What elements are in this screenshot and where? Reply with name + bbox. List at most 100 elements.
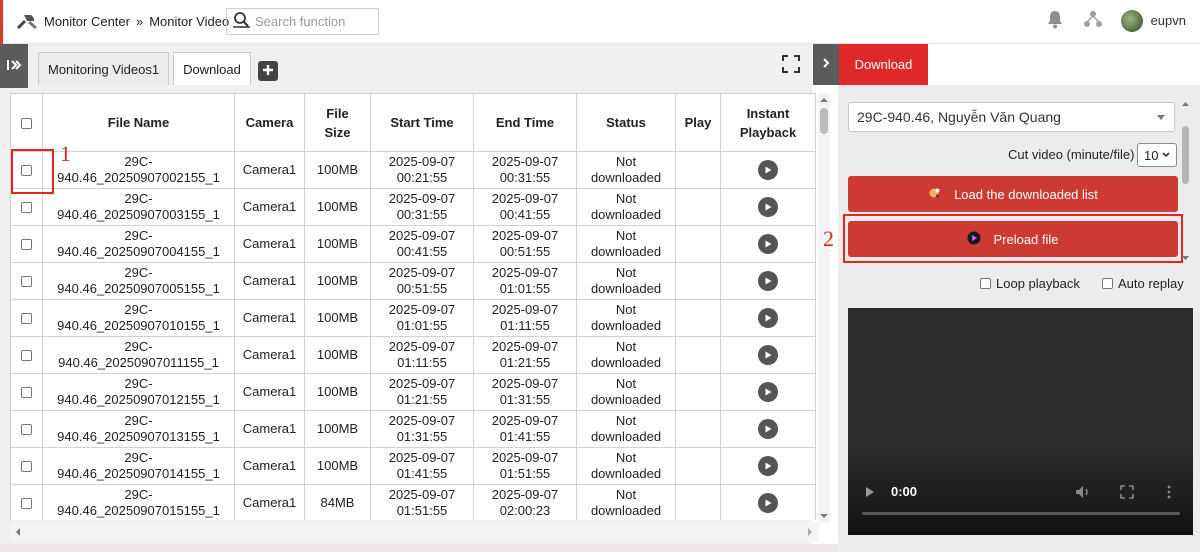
org-structure-icon[interactable] (1083, 9, 1103, 32)
breadcrumb-home[interactable]: Monitor Center (44, 14, 130, 29)
col-file-size[interactable]: File Size (304, 93, 371, 152)
start-time-cell: 2025-09-07 00:51:55 (370, 262, 474, 300)
camera-cell: Camera1 (234, 447, 305, 485)
top-bar: Monitor Center » Monitor Video eupvn (0, 0, 1200, 44)
instant-playback-button[interactable] (758, 308, 778, 328)
table-row[interactable]: 29C- 940.46_20250907005155_1 Camera1 100MB 2… (10, 262, 816, 300)
instant-playback-button[interactable] (758, 345, 778, 365)
fullscreen-button[interactable] (782, 55, 800, 73)
play-cell (675, 151, 721, 189)
search-box[interactable] (226, 8, 379, 35)
status-line1: Not (615, 376, 637, 391)
row-select-cell (10, 225, 43, 263)
start-date: 2025-09-07 (388, 228, 456, 243)
row-checkbox[interactable] (21, 350, 32, 362)
col-start-time[interactable]: Start Time (370, 93, 474, 152)
scroll-thumb[interactable] (820, 108, 828, 134)
loop-playback-option[interactable]: Loop playback (980, 276, 1080, 291)
row-checkbox[interactable] (21, 202, 32, 214)
search-input[interactable] (255, 14, 375, 29)
right-panel-scrollbar[interactable] (1180, 96, 1191, 264)
file-name-line2: 940.46_20250907010155_1 (57, 318, 220, 333)
table-row[interactable]: 29C- 940.46_20250907015155_1 Camera1 84MB 20… (10, 484, 816, 520)
end-date: 2025-09-07 (491, 154, 559, 169)
instant-playback-button[interactable] (758, 456, 778, 476)
expand-sidebar-icon (6, 59, 22, 74)
status-line1: Not (615, 228, 637, 243)
fullscreen-icon[interactable] (1120, 485, 1134, 499)
table-row[interactable]: 29C- 940.46_20250907003155_1 Camera1 100MB 2… (10, 188, 816, 226)
col-file-name[interactable]: File Name (42, 93, 235, 152)
play-cell (675, 262, 721, 300)
volume-icon[interactable] (1074, 484, 1092, 500)
instant-playback-button[interactable] (758, 419, 778, 439)
table-row[interactable]: 29C- 940.46_20250907002155_1 Camera1 100MB 2… (10, 151, 816, 189)
video-progress-bar[interactable] (862, 512, 1180, 515)
col-instant-playback[interactable]: Instant Playback (720, 93, 816, 152)
monitor-tools-icon (16, 12, 38, 30)
bell-icon[interactable] (1045, 9, 1065, 32)
col-status[interactable]: Status (576, 93, 676, 152)
loop-playback-checkbox[interactable] (980, 278, 991, 289)
instant-playback-button[interactable] (758, 197, 778, 217)
table-vertical-scrollbar[interactable] (818, 93, 830, 523)
loop-playback-label: Loop playback (996, 276, 1080, 291)
row-select-cell (10, 373, 43, 411)
table-header: File Name Camera File Size Start Time En… (10, 93, 816, 152)
file-size-cell: 100MB (304, 373, 371, 411)
instant-playback-button[interactable] (758, 271, 778, 291)
camera-cell: Camera1 (234, 484, 305, 520)
more-options-icon[interactable] (1166, 485, 1172, 499)
right-panel-toggle[interactable] (813, 44, 839, 85)
video-player[interactable] (848, 308, 1193, 535)
instant-playback-button[interactable] (758, 160, 778, 180)
instant-playback-button[interactable] (758, 493, 778, 513)
start-date: 2025-09-07 (388, 302, 456, 317)
col-camera[interactable]: Camera (234, 93, 305, 152)
load-downloaded-list-button[interactable]: Load the downloaded list (848, 176, 1178, 212)
table-horizontal-scrollbar[interactable] (10, 522, 818, 542)
row-checkbox[interactable] (21, 498, 32, 510)
table-row[interactable]: 29C- 940.46_20250907013155_1 Camera1 100MB 2… (10, 410, 816, 448)
vehicle-select[interactable]: 29C-940.46, Nguyễn Văn Quang (848, 102, 1175, 132)
table-row[interactable]: 29C- 940.46_20250907011155_1 Camera1 100MB 2… (10, 336, 816, 374)
end-clock: 00:51:55 (499, 244, 551, 259)
table-row[interactable]: 29C- 940.46_20250907012155_1 Camera1 100MB 2… (10, 373, 816, 411)
right-tab-download[interactable]: Download (839, 44, 928, 85)
auto-replay-checkbox[interactable] (1102, 278, 1113, 289)
instant-playback-button[interactable] (758, 382, 778, 402)
play-icon[interactable] (864, 485, 876, 499)
instant-playback-cell (720, 225, 816, 263)
table-row[interactable]: 29C- 940.46_20250907014155_1 Camera1 100MB 2… (10, 447, 816, 485)
auto-replay-option[interactable]: Auto replay (1102, 276, 1184, 291)
table-row[interactable]: 29C- 940.46_20250907010155_1 Camera1 100MB 2… (10, 299, 816, 337)
row-checkbox[interactable] (21, 276, 32, 288)
scroll-thumb[interactable] (1182, 126, 1189, 184)
row-checkbox[interactable] (21, 387, 32, 399)
right-panel-header (928, 44, 1200, 85)
sidebar-toggle[interactable] (0, 44, 28, 88)
table-row[interactable]: 29C- 940.46_20250907004155_1 Camera1 100MB 2… (10, 225, 816, 263)
user-menu[interactable]: eupvn (1120, 9, 1186, 32)
tab-download[interactable]: Download (173, 52, 251, 85)
camera-cell: Camera1 (234, 299, 305, 337)
row-checkbox[interactable] (21, 239, 32, 251)
status-line2: downloaded (590, 503, 662, 518)
col-end-time[interactable]: End Time (473, 93, 577, 152)
play-icon (765, 425, 772, 433)
instant-playback-button[interactable] (758, 234, 778, 254)
end-time-cell: 2025-09-07 00:51:55 (473, 225, 577, 263)
tab-monitoring-videos[interactable]: Monitoring Videos1 (38, 52, 170, 85)
instant-playback-cell (720, 410, 816, 448)
end-date: 2025-09-07 (491, 228, 559, 243)
status-cell: Not downloaded (576, 373, 676, 411)
cut-video-select[interactable]: 10 (1137, 143, 1177, 167)
select-all-checkbox[interactable] (21, 118, 32, 130)
add-tab-button[interactable] (258, 61, 278, 81)
start-clock: 01:31:55 (396, 429, 448, 444)
row-checkbox[interactable] (21, 313, 32, 325)
row-checkbox[interactable] (21, 461, 32, 473)
row-checkbox[interactable] (21, 424, 32, 436)
status-line1: Not (615, 450, 637, 465)
col-play[interactable]: Play (675, 93, 721, 152)
